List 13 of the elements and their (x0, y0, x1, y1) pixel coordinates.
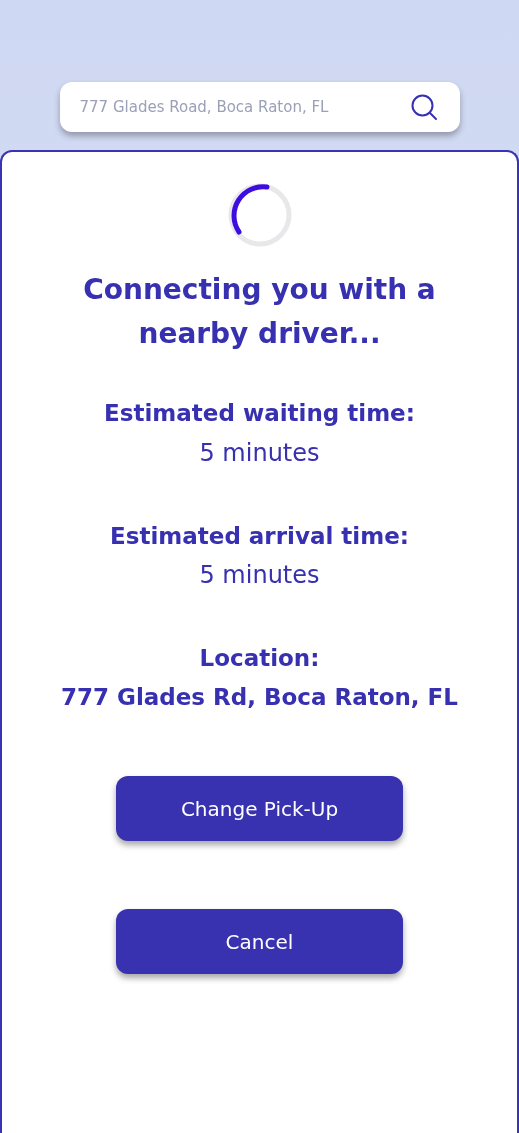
change-pickup-button[interactable]: Change Pick-Up (116, 776, 403, 841)
detail-value: 777 Glades Rd, Boca Raton, FL (61, 682, 458, 712)
detail-value: 5 minutes (199, 560, 320, 591)
loading-spinner-icon (226, 182, 293, 248)
detail-label: Estimated arrival time: (110, 521, 409, 551)
cancel-button[interactable]: Cancel (116, 909, 403, 974)
detail-label: Estimated waiting time: (104, 399, 415, 428)
search-input: 777 Glades Road, Boca Raton, FL (79, 95, 402, 119)
detail-value: 5 minutes (199, 437, 320, 469)
detail-label: Location: (199, 644, 320, 673)
status-title: Connecting you with a nearby driver... (82, 272, 437, 352)
search-field[interactable]: 777 Glades Road, Boca Raton, FL (59, 82, 460, 132)
search-icon[interactable] (409, 93, 438, 121)
